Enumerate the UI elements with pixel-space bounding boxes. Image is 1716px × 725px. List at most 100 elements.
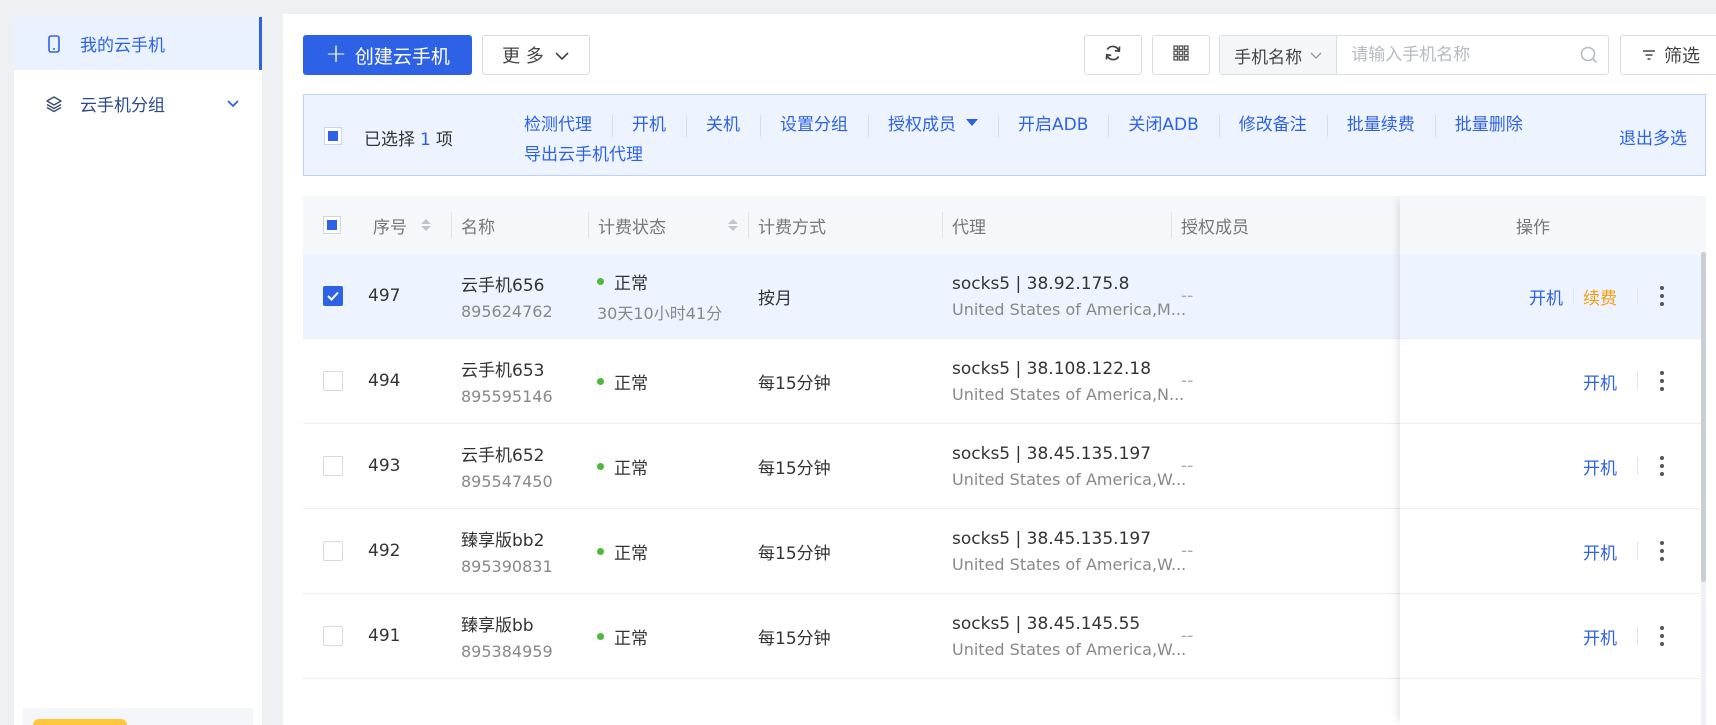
bulk-authorize-members-label: 授权成员 <box>888 114 956 135</box>
header-ops-label: 操作 <box>1516 217 1550 238</box>
header-index[interactable]: 序号 <box>373 196 431 254</box>
more-vertical-icon[interactable] <box>1652 286 1672 306</box>
members-value: -- <box>1181 371 1194 391</box>
ops-row: 开机 <box>1400 509 1706 594</box>
status-label: 正常 <box>614 543 648 564</box>
bulk-actions-row-2: 导出云手机代理 <box>504 137 1504 167</box>
sidebar-item-phone-groups[interactable]: 云手机分组 <box>14 77 262 130</box>
status-label: 正常 <box>614 628 648 649</box>
row-checkbox[interactable] <box>323 456 343 476</box>
row-name: 云手机653 895595146 <box>461 339 553 423</box>
select-all-checkbox[interactable] <box>324 127 342 145</box>
power-on-button[interactable]: 开机 <box>1573 369 1627 394</box>
phone-id: 895384959 <box>461 642 553 661</box>
row-index: 497 <box>368 254 400 338</box>
promo-badge <box>33 719 127 725</box>
header-name-label: 名称 <box>461 217 495 238</box>
refresh-button[interactable] <box>1084 35 1142 75</box>
sort-icon[interactable] <box>421 219 431 231</box>
search-input[interactable] <box>1337 36 1571 74</box>
row-checkbox-cell[interactable] <box>323 594 343 678</box>
sidebar-item-my-phones[interactable]: 我的云手机 <box>14 17 262 70</box>
row-method: 每15分钟 <box>758 339 831 423</box>
row-checkbox[interactable] <box>323 371 343 391</box>
index-value: 497 <box>368 286 401 306</box>
row-method: 每15分钟 <box>758 424 831 508</box>
header-billing-status[interactable]: 计费状态 <box>588 196 738 254</box>
vertical-scrollbar[interactable] <box>1701 252 1706 582</box>
more-label: 更 多 <box>502 46 544 67</box>
search-field-select[interactable]: 手机名称 <box>1220 36 1338 74</box>
search-icon[interactable] <box>1570 36 1608 74</box>
status-label: 正常 <box>614 373 648 394</box>
bulk-disable-adb[interactable]: 关闭ADB <box>1108 110 1218 137</box>
row-proxy: socks5 | 38.92.175.8 United States of Am… <box>952 254 1186 338</box>
row-checkbox[interactable] <box>323 626 343 646</box>
row-index: 491 <box>368 594 400 678</box>
bulk-delete[interactable]: 批量删除 <box>1434 110 1543 137</box>
power-on-button[interactable]: 开机 <box>1573 539 1627 564</box>
row-checkbox[interactable] <box>323 286 343 306</box>
more-dropdown-button[interactable]: 更 多 <box>482 35 590 75</box>
bulk-renew[interactable]: 批量续费 <box>1326 110 1435 137</box>
ops-row: 开机 <box>1400 424 1706 509</box>
bulk-authorize-members[interactable]: 授权成员 <box>868 110 998 137</box>
status-badge: 正常 <box>597 454 648 479</box>
bulk-actions: 检测代理 开机 关机 设置分组 授权成员 开启ADB 关闭ADB 修改备注 批量… <box>504 107 1523 167</box>
selection-suffix: 项 <box>435 130 453 150</box>
row-name: 云手机656 895624762 <box>461 254 553 338</box>
bulk-enable-adb[interactable]: 开启ADB <box>998 110 1108 137</box>
header-checkbox[interactable] <box>323 216 341 234</box>
row-checkbox-cell[interactable] <box>323 509 343 593</box>
row-status: 正常 <box>597 424 648 508</box>
row-checkbox-cell[interactable] <box>323 424 343 508</box>
proxy-address: socks5 | 38.108.122.18 <box>952 358 1152 379</box>
power-on-button[interactable]: 开机 <box>1573 454 1627 479</box>
row-name: 云手机652 895547450 <box>461 424 553 508</box>
row-checkbox-cell[interactable] <box>323 339 343 423</box>
sort-icon[interactable] <box>728 219 738 231</box>
row-checkbox-cell[interactable] <box>323 254 343 338</box>
proxy-location: United States of America,W... <box>952 639 1187 659</box>
bulk-check-proxy[interactable]: 检测代理 <box>504 110 612 135</box>
status-badge: 正常 <box>597 624 648 649</box>
bulk-export-proxy[interactable]: 导出云手机代理 <box>504 140 663 165</box>
power-on-button[interactable]: 开机 <box>1519 284 1573 309</box>
ops-row: 开机 续费 <box>1400 254 1706 339</box>
create-phone-button[interactable]: + 创建云手机 <box>303 35 472 75</box>
grid-view-button[interactable] <box>1152 35 1210 75</box>
bulk-set-group[interactable]: 设置分组 <box>760 110 868 137</box>
status-dot-icon <box>597 277 604 285</box>
grid-icon <box>1172 44 1190 67</box>
status-badge: 正常 <box>597 369 648 394</box>
phone-name: 臻享版bb2 <box>461 531 545 551</box>
filter-button[interactable]: 筛选 <box>1620 35 1716 75</box>
exit-multiselect-button[interactable]: 退出多选 <box>1619 124 1687 149</box>
sidebar-item-label: 云手机分组 <box>80 96 165 116</box>
more-vertical-icon[interactable] <box>1652 541 1672 561</box>
phone-name: 云手机656 <box>461 276 545 296</box>
proxy-location: United States of America,N... <box>952 384 1185 404</box>
power-on-button[interactable]: 开机 <box>1573 624 1627 649</box>
more-vertical-icon[interactable] <box>1652 626 1672 646</box>
more-vertical-icon[interactable] <box>1652 456 1672 476</box>
more-vertical-icon[interactable] <box>1652 371 1672 391</box>
bulk-power-off[interactable]: 关机 <box>686 110 760 137</box>
sidebar: 我的云手机 云手机分组 <box>14 17 262 725</box>
header-select-all[interactable] <box>323 196 341 254</box>
row-status: 正常 30天10小时41分 <box>597 254 722 338</box>
members-value: -- <box>1181 456 1194 476</box>
proxy-address: socks5 | 38.45.135.197 <box>952 443 1152 464</box>
selection-prefix: 已选择 <box>364 130 415 150</box>
bulk-edit-note[interactable]: 修改备注 <box>1218 110 1327 137</box>
renew-button[interactable]: 续费 <box>1573 284 1627 309</box>
billing-method: 按月 <box>758 288 792 309</box>
row-index: 492 <box>368 509 400 593</box>
refresh-icon <box>1103 43 1123 68</box>
row-proxy: socks5 | 38.45.145.55 United States of A… <box>952 594 1186 678</box>
search-box: 手机名称 <box>1219 35 1609 75</box>
bulk-power-on[interactable]: 开机 <box>612 110 686 137</box>
proxy-location: United States of America,W... <box>952 469 1187 489</box>
row-checkbox[interactable] <box>323 541 343 561</box>
header-proxy: 代理 <box>942 196 986 254</box>
